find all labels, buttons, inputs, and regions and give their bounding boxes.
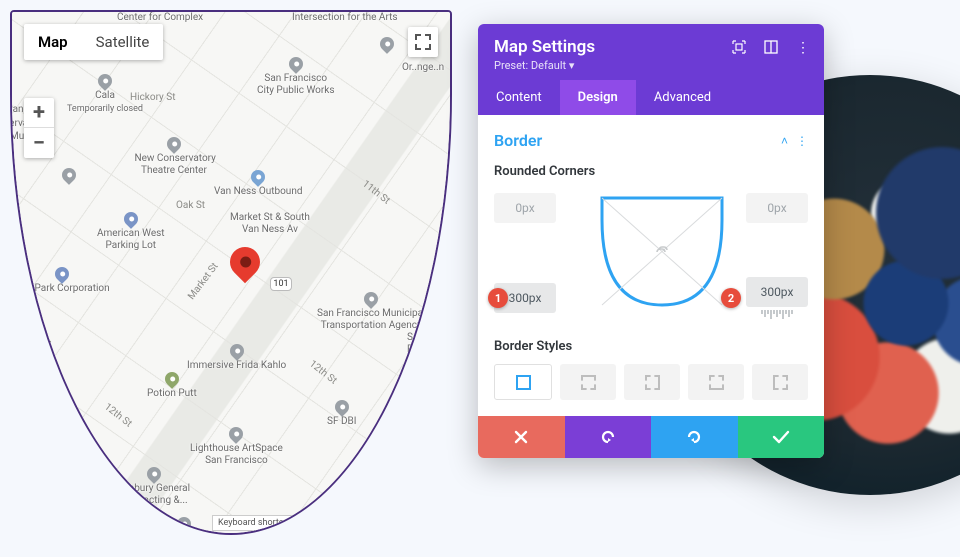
keyboard-shortcuts-link[interactable]: Keyboard shortcuts — [212, 515, 302, 531]
section-header[interactable]: Border ˄ ⋮ — [494, 131, 808, 150]
redo-button[interactable] — [651, 416, 738, 458]
poi-pin-icon — [174, 514, 194, 534]
corner-br-input[interactable]: 300px — [746, 277, 808, 307]
border-style-bottom[interactable] — [688, 364, 744, 400]
fullscreen-button[interactable] — [408, 27, 438, 57]
chevron-down-icon: ▾ — [569, 59, 575, 72]
square-left-icon — [773, 375, 788, 390]
square-icon — [516, 375, 531, 390]
poi-label: Ashbury General Contracting &... — [117, 483, 190, 506]
street-label: Oak St — [176, 200, 205, 211]
drag-track-icon[interactable] — [746, 310, 808, 319]
panel-footer — [478, 416, 824, 458]
poi-label: Star Park Corporation — [14, 283, 110, 295]
map-type-toggle[interactable]: Map Satellite — [24, 24, 163, 60]
poi-pin-icon — [227, 341, 247, 361]
save-button[interactable] — [738, 416, 825, 458]
columns-icon[interactable] — [764, 40, 778, 58]
poi-label: Immersive Frida Kahlo — [187, 360, 286, 372]
poi-label: Lighthouse ArtSpace San Francisco — [190, 443, 283, 466]
poi-pin-icon — [227, 424, 247, 444]
poi-pin-icon — [332, 397, 352, 417]
poi-label: SF DBI — [327, 416, 356, 428]
border-style-right[interactable] — [624, 364, 680, 400]
poi-label: Intersection for the Arts — [292, 12, 398, 24]
more-icon[interactable]: ⋮ — [796, 134, 808, 148]
corner-preview — [599, 195, 725, 311]
parking-pin-icon — [52, 264, 72, 284]
poi-label: San Francisco Municipal Transportation A… — [317, 308, 426, 331]
border-style-left[interactable] — [752, 364, 808, 400]
poi-label: American West Parking Lot — [97, 228, 165, 251]
poi-pin-icon — [164, 134, 184, 154]
poi-label: Potion Putt — [147, 388, 197, 400]
settings-panel: Map Settings Preset: Default ▾ ⋮ Content… — [478, 24, 824, 458]
rounded-corners-label: Rounded Corners — [494, 164, 808, 179]
poi-label: San Francisco City Public Works — [257, 73, 334, 96]
map-type-satellite[interactable]: Satellite — [82, 24, 164, 60]
map-container[interactable]: Hickory St Oak St Market St 11th St 12th… — [10, 10, 452, 535]
route-shield: 101 — [270, 277, 292, 291]
tab-design[interactable]: Design — [560, 80, 636, 115]
poi-label: San Francis Planning De — [407, 332, 452, 355]
poi-label: Van Ness Outbound — [214, 186, 302, 198]
square-bottom-icon — [709, 375, 724, 390]
parking-pin-icon — [121, 209, 141, 229]
section-border: Border ˄ ⋮ Rounded Corners 0px 0px 300px… — [478, 115, 824, 416]
zoom-in-button[interactable]: + — [24, 98, 54, 128]
panel-header[interactable]: Map Settings Preset: Default ▾ ⋮ — [478, 24, 824, 80]
rounded-corners-control: 0px 0px 300px 300px 1 2 — [494, 189, 808, 319]
poi-pin-icon — [162, 369, 182, 389]
section-title: Border — [494, 131, 542, 150]
more-icon[interactable]: ⋮ — [796, 40, 810, 58]
callout-1: 1 — [488, 288, 508, 308]
chevron-up-icon[interactable]: ˄ — [781, 134, 788, 148]
preset-dropdown[interactable]: Preset: Default ▾ — [494, 59, 808, 72]
poi-pin-icon — [59, 165, 79, 185]
poi-pin-icon — [14, 311, 34, 331]
square-top-icon — [581, 375, 596, 390]
square-right-icon — [645, 375, 660, 390]
poi-pin-icon — [377, 34, 397, 54]
poi-label: eet Cycles Francisco — [10, 338, 52, 361]
border-style-picker — [494, 364, 808, 400]
callout-2: 2 — [721, 288, 741, 308]
tab-content[interactable]: Content — [478, 80, 560, 115]
corner-tl-input[interactable]: 0px — [494, 193, 556, 223]
poi-label: Center for Complex — [117, 12, 203, 24]
poi-label: Or..nge..n — [402, 62, 444, 74]
corner-tr-input[interactable]: 0px — [746, 193, 808, 223]
border-style-top[interactable] — [560, 364, 616, 400]
border-style-all[interactable] — [494, 364, 552, 400]
tab-advanced[interactable]: Advanced — [636, 80, 729, 115]
zoom-controls: + − — [24, 98, 54, 158]
poi-label: Market St & South Van Ness Av — [230, 212, 310, 235]
transit-pin-icon — [248, 167, 268, 187]
zoom-out-button[interactable]: − — [24, 128, 54, 158]
map-type-map[interactable]: Map — [24, 24, 82, 60]
expand-icon[interactable] — [732, 40, 746, 58]
border-styles-label: Border Styles — [494, 339, 808, 354]
cancel-button[interactable] — [478, 416, 565, 458]
tabs: Content Design Advanced — [478, 80, 824, 115]
poi-pin-icon — [286, 54, 306, 74]
poi-pin-icon — [144, 464, 164, 484]
undo-button[interactable] — [565, 416, 652, 458]
poi-pin-icon — [361, 289, 381, 309]
